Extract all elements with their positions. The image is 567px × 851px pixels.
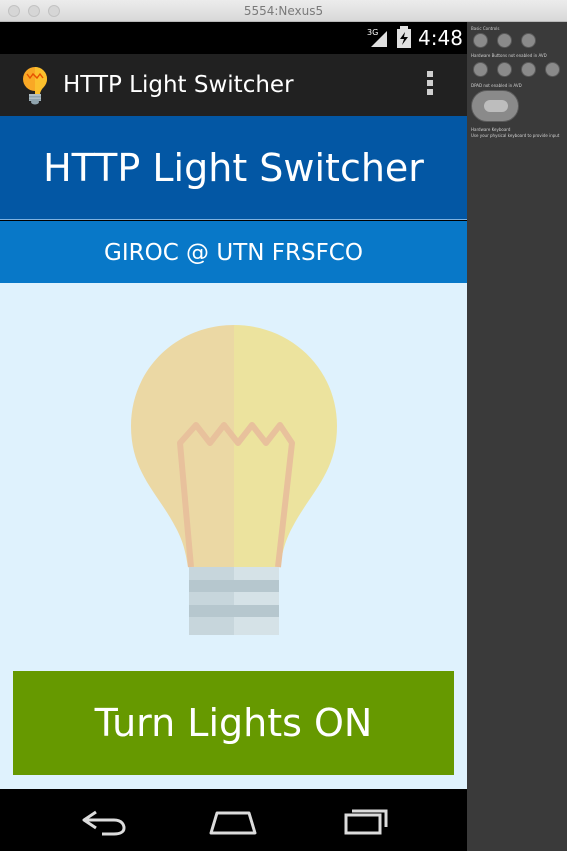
window-titlebar: 5554:Nexus5 <box>0 0 567 22</box>
header-banner: HTTP Light Switcher <box>0 116 467 220</box>
dpad-center[interactable] <box>484 100 508 112</box>
action-bar-title: HTTP Light Switcher <box>63 72 294 98</box>
subheader-banner: GIROC @ UTN FRSFCO <box>0 221 467 283</box>
window-title: 5554:Nexus5 <box>243 4 324 18</box>
emulator-controls-panel: Basic Controls Hardware Buttons not enab… <box>467 22 567 851</box>
status-bar: 3G 4:48 <box>0 22 467 54</box>
phone-screen: 3G 4:48 HTTP Light Switcher HTTP Light S… <box>0 22 467 851</box>
hardware-buttons-label: Hardware Buttons not enabled in AVD <box>471 53 547 58</box>
action-bar: HTTP Light Switcher <box>0 54 467 116</box>
signal-icon: 3G <box>367 28 387 47</box>
overflow-menu-icon[interactable] <box>420 71 440 101</box>
volume-down-icon[interactable] <box>473 33 488 48</box>
hardware-keyboard-hint: Use your physical keyboard to provide in… <box>471 133 560 138</box>
hw-home-icon[interactable] <box>473 62 488 77</box>
power-icon[interactable] <box>521 33 536 48</box>
hardware-keyboard-title: Hardware Keyboard <box>471 127 511 132</box>
basic-controls-label: Basic Controls <box>471 26 500 31</box>
battery-icon <box>397 26 411 48</box>
status-time: 4:48 <box>418 26 463 50</box>
turn-lights-on-label: Turn Lights ON <box>94 701 373 745</box>
dpad-control[interactable] <box>471 90 519 122</box>
recents-icon[interactable] <box>334 803 394 837</box>
turn-lights-on-button[interactable]: Turn Lights ON <box>13 671 454 775</box>
network-type: 3G <box>367 28 378 37</box>
main-content: Turn Lights ON <box>0 283 467 789</box>
page-title: HTTP Light Switcher <box>43 146 424 190</box>
lightbulb-icon <box>131 325 337 635</box>
hw-menu-icon[interactable] <box>497 62 512 77</box>
hw-back-icon[interactable] <box>521 62 536 77</box>
subtitle: GIROC @ UTN FRSFCO <box>104 240 363 266</box>
dpad-label: DPAD not enabled in AVD <box>471 83 522 88</box>
hw-search-icon[interactable] <box>545 62 560 77</box>
back-icon[interactable] <box>74 803 134 837</box>
volume-up-icon[interactable] <box>497 33 512 48</box>
home-icon[interactable] <box>203 803 263 837</box>
app-lightbulb-icon <box>23 67 47 105</box>
navigation-bar <box>0 789 467 851</box>
